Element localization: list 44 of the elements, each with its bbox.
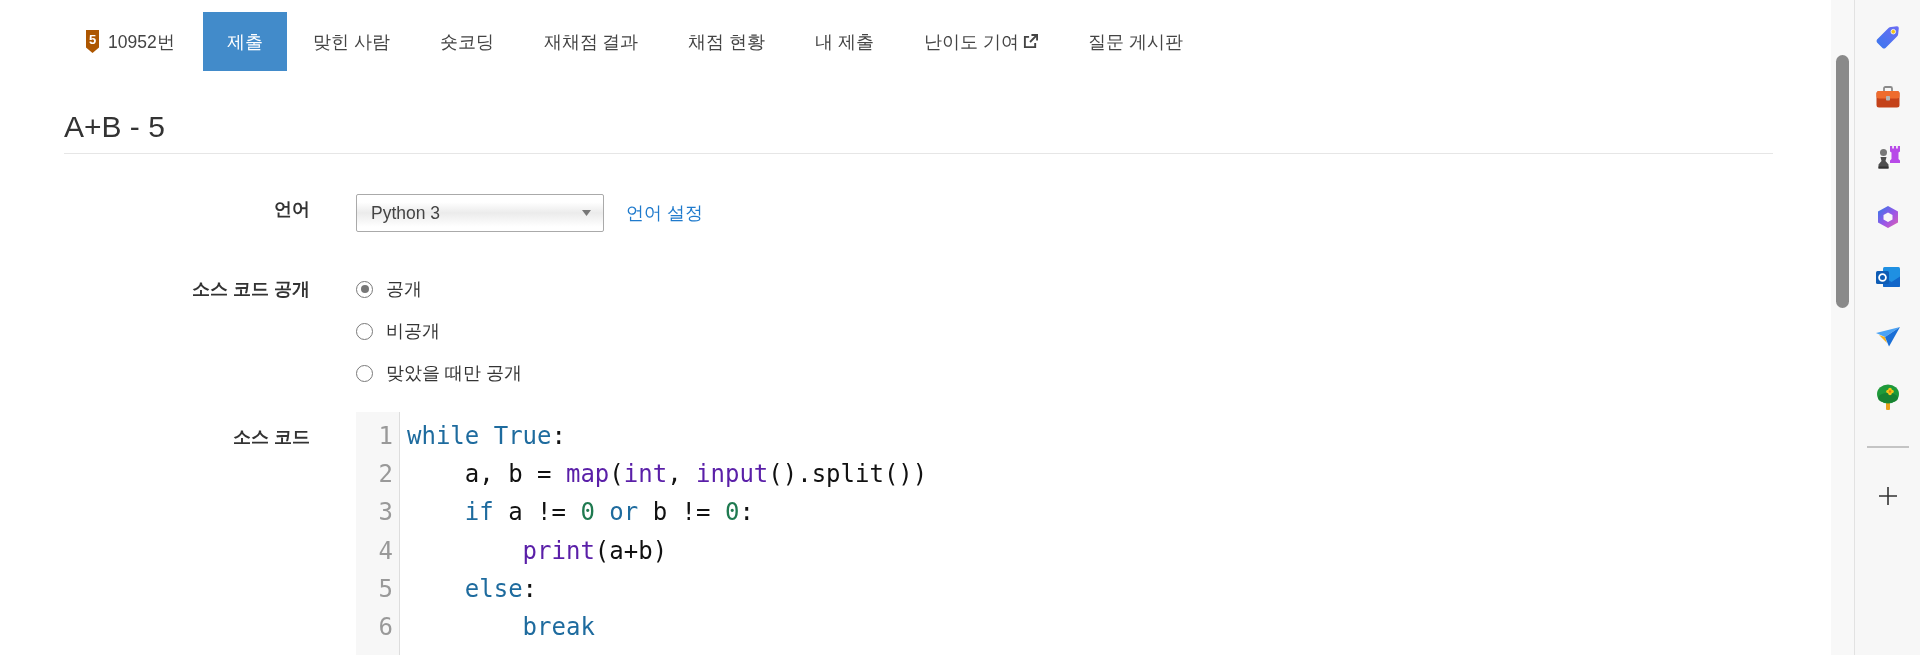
radio-button[interactable] (356, 364, 373, 382)
line-number: 1 (378, 421, 393, 452)
nav-tab[interactable]: 내 제출 (791, 12, 899, 71)
caret-icon (582, 210, 591, 216)
code-line: break (521, 611, 595, 643)
line-number: 2 (378, 459, 393, 491)
scrollbar-thumb[interactable] (1836, 55, 1849, 308)
radio-label[interactable]: 공개 (386, 277, 422, 301)
code-line: a, b = map(int, input().split()) (463, 459, 928, 491)
code-line: else: (463, 573, 538, 605)
chess-pieces-icon[interactable] (1875, 145, 1900, 169)
field-label: 언어 (274, 198, 310, 221)
problem-number-link[interactable]: 10952번 (108, 29, 175, 54)
paper-plane-icon[interactable] (1875, 327, 1900, 347)
field-label: 소스 코드 (233, 426, 310, 449)
code-line: if a != 0 or b != 0: (463, 497, 754, 529)
nav-tab[interactable]: 재채점 결과 (519, 12, 663, 71)
language-settings-link[interactable]: 언어 설정 (626, 201, 703, 225)
tag-icon[interactable] (1875, 25, 1900, 49)
language-select[interactable]: Python 3 (356, 194, 604, 232)
field-label: 소스 코드 공개 (192, 278, 310, 301)
tree-icon[interactable] (1876, 384, 1899, 410)
toolbox-icon[interactable] (1875, 86, 1900, 108)
line-number: 5 (378, 573, 393, 605)
nav-tab[interactable]: 제출 (202, 12, 287, 71)
tier-badge: 5 (86, 30, 99, 53)
nav-tab[interactable]: 질문 게시판 (1064, 12, 1207, 71)
add-icon[interactable] (1878, 487, 1897, 505)
code-line: print(a+b) (521, 535, 668, 567)
radio-label[interactable]: 비공개 (386, 319, 440, 343)
radio-label[interactable]: 맞았을 때만 공개 (386, 361, 522, 385)
radio-button[interactable] (356, 322, 373, 340)
problem-title: A+B - 5 (64, 110, 165, 143)
nav-tab[interactable]: 채점 현황 (664, 12, 790, 71)
mail-icon[interactable] (1875, 265, 1900, 289)
nav-tab[interactable]: 난이도 기여 (900, 12, 1063, 71)
radio-button[interactable] (356, 280, 373, 298)
line-number: 4 (378, 535, 393, 567)
hexagon-icon[interactable] (1875, 205, 1900, 229)
line-number: 6 (378, 611, 393, 643)
nav-tab[interactable]: 숏코딩 (415, 12, 518, 71)
code-line: while True: (407, 421, 566, 452)
nav-tab[interactable]: 맞힌 사람 (288, 12, 414, 71)
line-number: 3 (378, 497, 393, 529)
